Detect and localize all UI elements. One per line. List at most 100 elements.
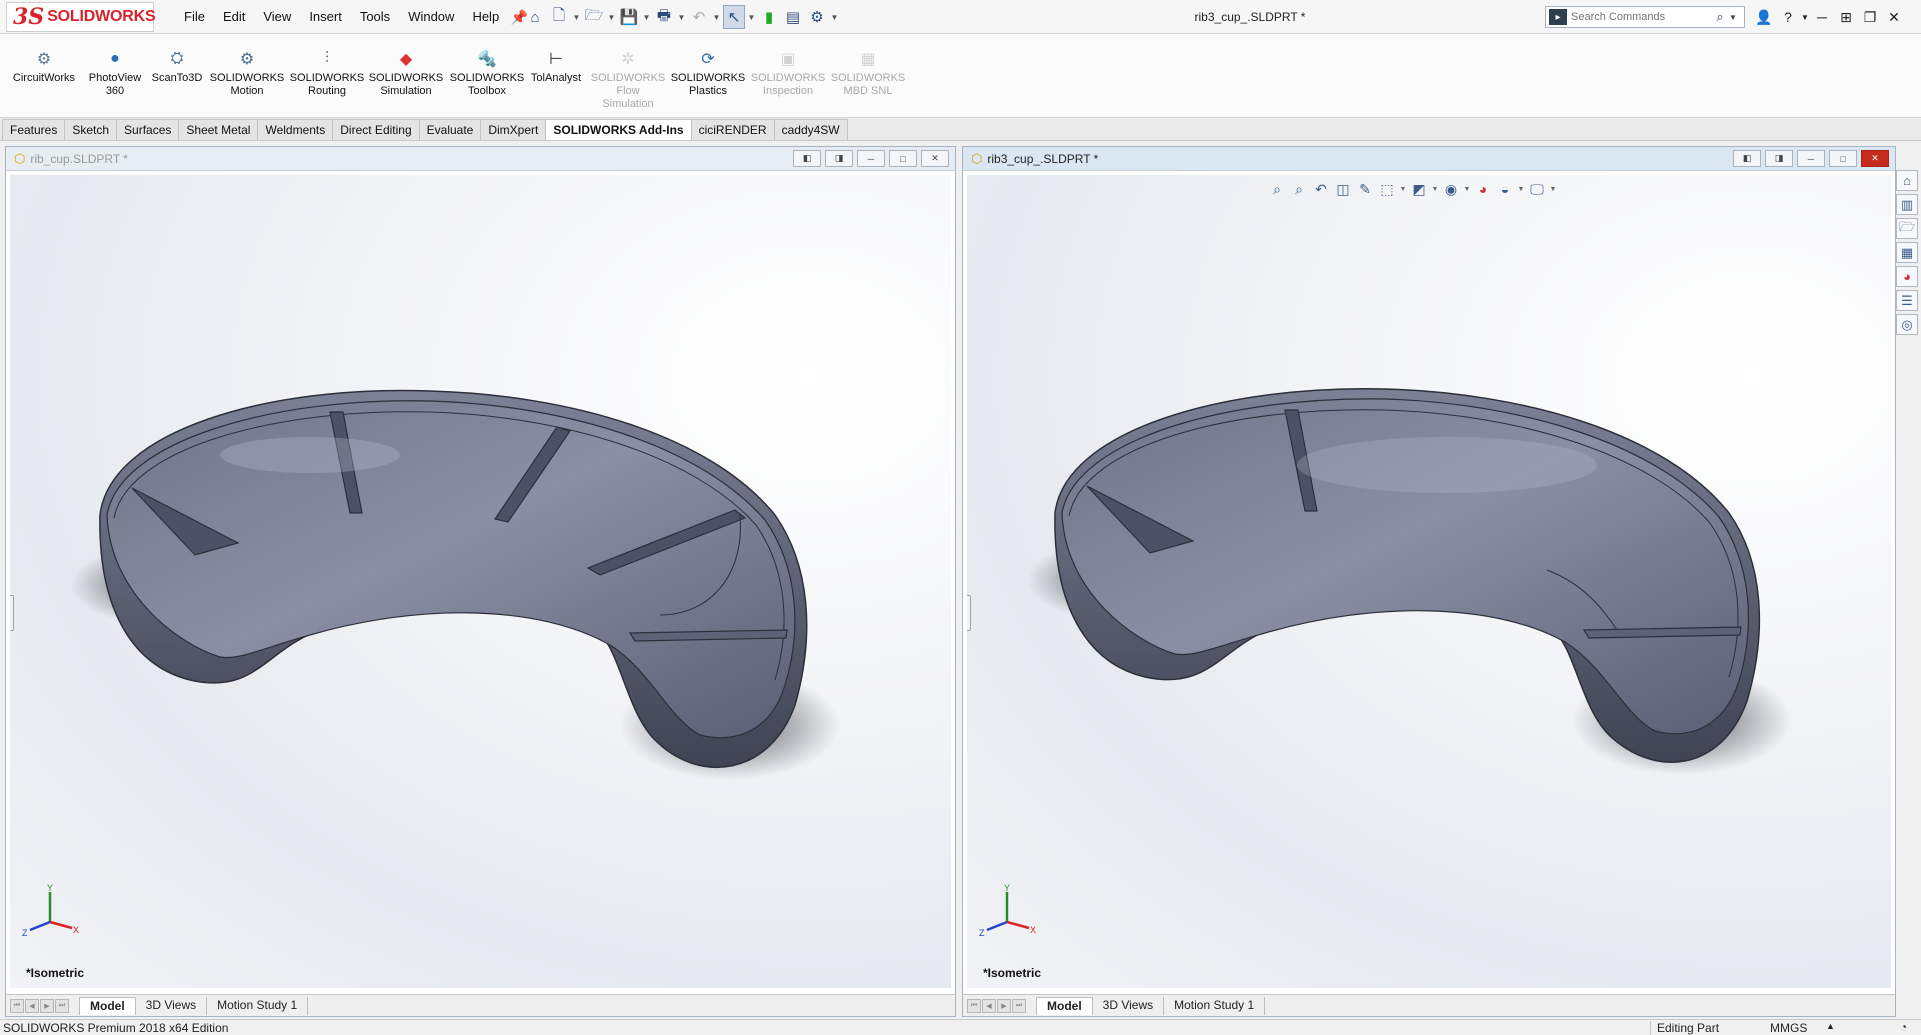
undo-dropdown-icon[interactable]: ▼ [712, 5, 721, 29]
search-dropdown-icon[interactable]: ▼ [1729, 13, 1741, 22]
print-icon[interactable]: 🖶 [653, 5, 675, 29]
tab-surfaces[interactable]: Surfaces [116, 119, 180, 140]
first-tab-icon[interactable]: ⏮ [10, 998, 24, 1013]
solidworks-plastics-button[interactable]: ⟳ SOLIDWORKS Plastics [668, 48, 748, 98]
tab-dimxpert[interactable]: DimXpert [480, 119, 547, 140]
tile-left-icon[interactable]: ◧ [793, 150, 821, 167]
select-dropdown-icon[interactable]: ▼ [747, 5, 756, 29]
document-window-left[interactable]: ⬡ rib_cup.SLDPRT * ◧ ◨ ─ □ ✕ Y X Z *Isom… [5, 146, 956, 1017]
toolbox-icon: 🔩 [477, 51, 497, 68]
next-tab-icon[interactable]: ▶ [40, 998, 54, 1013]
help-dropdown-icon[interactable]: ▼ [1800, 13, 1810, 22]
home-icon[interactable]: ⌂ [524, 5, 546, 29]
tab-3d-views[interactable]: 3D Views [1093, 996, 1165, 1015]
save-icon[interactable]: 💾 [618, 5, 640, 29]
view-palette-icon[interactable]: ▦ [1896, 242, 1918, 263]
window-minimize-icon[interactable]: ─ [857, 150, 885, 167]
window-title-bar[interactable]: ⬡ rib3_cup_.SLDPRT * ◧ ◨ ─ □ ✕ [963, 147, 1895, 171]
file-properties-icon[interactable]: ▤ [782, 5, 804, 29]
save-dropdown-icon[interactable]: ▼ [642, 5, 651, 29]
window-title-bar[interactable]: ⬡ rib_cup.SLDPRT * ◧ ◨ ─ □ ✕ [6, 147, 955, 171]
help-question-icon[interactable]: ? [1776, 9, 1800, 25]
tile-right-icon[interactable]: ◨ [1765, 150, 1793, 167]
solidworks-logo[interactable]: 3S SOLIDWORKS [6, 2, 156, 32]
search-input[interactable] [1571, 11, 1711, 23]
tab-evaluate[interactable]: Evaluate [418, 119, 482, 140]
options-gear-icon[interactable]: ⚙ [806, 5, 828, 29]
window-maximize-icon[interactable]: □ [1829, 150, 1857, 167]
tab-cicirender[interactable]: ciciRENDER [690, 119, 775, 140]
rebuild-traffic-light-icon[interactable]: ▮ [758, 5, 780, 29]
solidworks-motion-button[interactable]: ⚙ SOLIDWORKS Motion [207, 48, 287, 98]
last-tab-icon[interactable]: ⏭ [55, 998, 69, 1013]
tab-3d-views[interactable]: 3D Views [136, 996, 208, 1015]
next-tab-icon[interactable]: ▶ [997, 998, 1011, 1013]
title-bar: 3S SOLIDWORKS File Edit View Insert Tool… [0, 0, 1921, 34]
search-icon[interactable]: ⌕ [1711, 9, 1729, 25]
design-library-icon[interactable]: ▥ [1896, 194, 1918, 215]
tab-caddy4sw[interactable]: caddy4SW [773, 119, 848, 140]
prev-tab-icon[interactable]: ◀ [982, 998, 996, 1013]
menu-insert[interactable]: Insert [300, 0, 351, 34]
window-close-icon[interactable]: ✕ [1861, 150, 1889, 167]
custom-properties-icon[interactable]: ☰ [1896, 290, 1918, 311]
search-commands-box[interactable]: ▸ ⌕ ▼ [1545, 6, 1745, 28]
appearances-scenes-icon[interactable]: ◕ [1896, 266, 1918, 287]
ribbon-label: CircuitWorks [12, 72, 76, 84]
unit-system-selector[interactable]: MMGS [1770, 1021, 1807, 1035]
minimize-icon[interactable]: ─ [1810, 9, 1834, 25]
solidworks-toolbox-button[interactable]: 🔩 SOLIDWORKS Toolbox [447, 48, 527, 98]
window-maximize-icon[interactable]: □ [889, 150, 917, 167]
mbd-snl-icon: ▦ [860, 51, 876, 68]
print-dropdown-icon[interactable]: ▼ [677, 5, 686, 29]
prev-tab-icon[interactable]: ◀ [25, 998, 39, 1013]
restore-icon[interactable]: ❐ [1858, 9, 1882, 26]
tab-model[interactable]: Model [79, 996, 136, 1015]
menu-file[interactable]: File [175, 0, 214, 34]
menu-view[interactable]: View [254, 0, 300, 34]
tab-features[interactable]: Features [2, 119, 66, 140]
tab-solidworks-add-ins[interactable]: SOLIDWORKS Add-Ins [545, 119, 692, 140]
scanto3d-button[interactable]: ⛭ ScanTo3D [137, 48, 217, 85]
circuitworks-button[interactable]: ⚙ CircuitWorks [4, 48, 84, 85]
menu-help[interactable]: Help [463, 0, 508, 34]
graphics-area[interactable]: ⌕ ⌕ ↶ ◫ ✎ ⬚ ▼ ◩ ▼ ◉ ▼ ◕ ◒ ▼ 🖵 ▼ Y X Z *I… [967, 175, 1891, 988]
tile-left-icon[interactable]: ◧ [1733, 150, 1761, 167]
solidworks-simulation-button[interactable]: ◆ SOLIDWORKS Simulation [366, 48, 446, 98]
solidworks-forum-icon[interactable]: ◎ [1896, 314, 1918, 335]
file-explorer-icon[interactable]: 🗁 [1896, 218, 1918, 239]
select-pointer-icon[interactable]: ↖ [723, 5, 745, 29]
solidworks-routing-button[interactable]: ⫶ SOLIDWORKS Routing [287, 48, 367, 98]
tolanalyst-button[interactable]: ⊢ TolAnalyst [516, 48, 596, 85]
tab-weldments[interactable]: Weldments [257, 119, 334, 140]
tile-right-icon[interactable]: ◨ [825, 150, 853, 167]
tab-motion-study-1[interactable]: Motion Study 1 [207, 996, 309, 1015]
tab-direct-editing[interactable]: Direct Editing [332, 119, 420, 140]
triad-y-label: Y [1004, 884, 1010, 893]
tab-motion-study-1[interactable]: Motion Study 1 [1164, 996, 1266, 1015]
user-account-icon[interactable]: 👤 [1752, 9, 1776, 26]
new-document-icon[interactable]: 🗋 [548, 5, 570, 29]
tab-sheet-metal[interactable]: Sheet Metal [178, 119, 259, 140]
window-minimize-icon[interactable]: ─ [1797, 150, 1825, 167]
last-tab-icon[interactable]: ⏭ [1012, 998, 1026, 1013]
tab-model[interactable]: Model [1036, 996, 1093, 1015]
first-tab-icon[interactable]: ⏮ [967, 998, 981, 1013]
undo-icon[interactable]: ↶ [688, 5, 710, 29]
window-close-icon[interactable]: ✕ [921, 150, 949, 167]
menu-window[interactable]: Window [399, 0, 463, 34]
new-dropdown-icon[interactable]: ▼ [572, 5, 581, 29]
menu-tools[interactable]: Tools [351, 0, 399, 34]
graphics-area[interactable]: Y X Z *Isometric [10, 175, 951, 988]
open-folder-icon[interactable]: 🗁 [583, 5, 605, 29]
document-window-right[interactable]: ⬡ rib3_cup_.SLDPRT * ◧ ◨ ─ □ ✕ ⌕ ⌕ ↶ ◫ ✎… [962, 146, 1896, 1017]
close-icon[interactable]: ✕ [1882, 9, 1906, 26]
tab-sketch[interactable]: Sketch [64, 119, 118, 140]
units-dropdown-icon[interactable]: ▲ [1826, 1021, 1835, 1031]
tile-windows-icon[interactable]: ⊞ [1834, 9, 1858, 26]
quick-tips-icon[interactable]: ◔ [1900, 1020, 1907, 1034]
options-dropdown-icon[interactable]: ▼ [830, 5, 839, 29]
menu-edit[interactable]: Edit [214, 0, 254, 34]
open-dropdown-icon[interactable]: ▼ [607, 5, 616, 29]
solidworks-resources-icon[interactable]: ⌂ [1896, 170, 1918, 191]
